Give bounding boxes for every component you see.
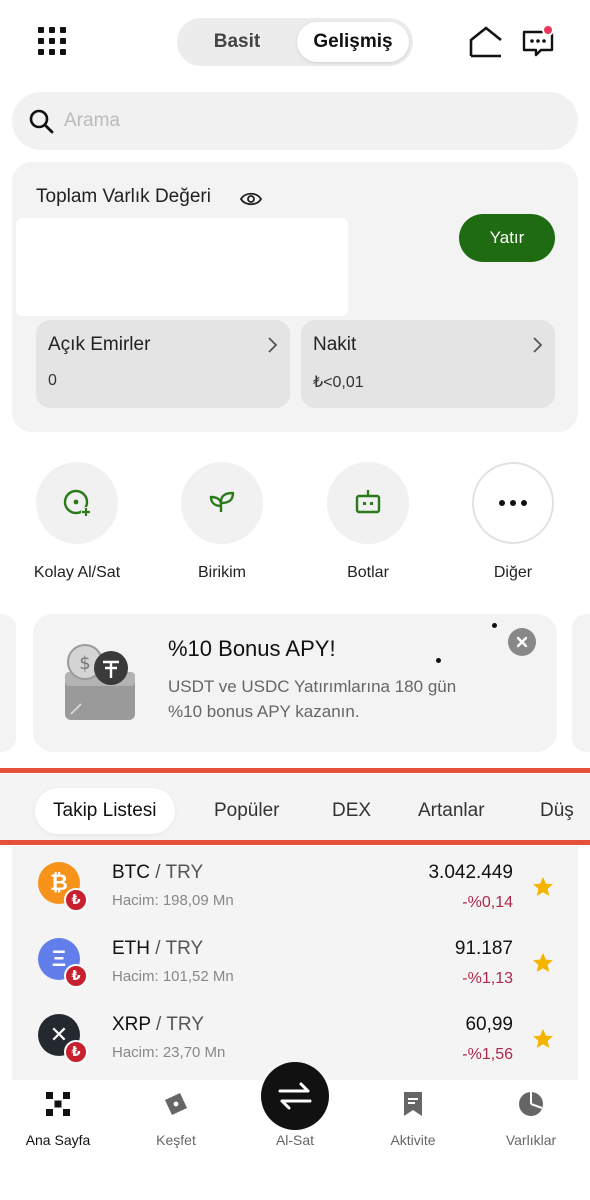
deposit-button[interactable]: Yatır — [459, 214, 555, 262]
pair-base: ETH — [112, 938, 150, 959]
star-icon[interactable] — [532, 1028, 554, 1050]
mode-advanced-button[interactable]: Gelişmiş — [297, 22, 409, 62]
mode-switch: Basit Gelişmiş — [177, 18, 413, 66]
highlight-line-bottom — [0, 840, 590, 845]
grid-menu-icon[interactable] — [38, 27, 68, 57]
chevron-right-icon — [533, 337, 543, 353]
price-change: -%1,56 — [462, 1046, 513, 1063]
pair-name: XRP / TRY — [112, 1014, 204, 1036]
wallet-coins-icon: $ — [65, 644, 135, 720]
market-row-eth[interactable]: Ξ ₺ ETH / TRY Hacim: 101,52 Mn 91.187 -%… — [12, 930, 578, 1006]
nav-label: Varlıklar — [505, 1132, 557, 1148]
tab-popular[interactable]: Popüler — [214, 788, 280, 834]
nav-explore[interactable]: Keşfet — [121, 1090, 231, 1160]
nav-trade-label: Al-Sat — [275, 1132, 315, 1148]
shortcut-savings[interactable]: Birikim — [162, 462, 282, 592]
volume: Hacim: 23,70 Mn — [112, 1044, 226, 1061]
nav-home[interactable]: Ana Sayfa — [3, 1090, 113, 1160]
total-assets-card: Toplam Varlık Değeri Yatır Açık Emirler … — [12, 162, 578, 432]
market-tabs: Takip Listesi Popüler DEX Artanlar Düş — [0, 774, 590, 840]
cash-label: Nakit — [313, 334, 357, 355]
search-icon — [29, 109, 54, 134]
nav-label: Ana Sayfa — [25, 1132, 91, 1148]
leaf-icon — [209, 491, 235, 512]
try-badge-icon: ₺ — [64, 888, 88, 912]
nav-label: Keşfet — [156, 1132, 196, 1148]
shortcut-label: Diğer — [493, 564, 533, 581]
star-icon[interactable] — [532, 952, 554, 974]
nav-activity[interactable]: Aktivite — [358, 1090, 468, 1160]
shortcut-label: Botlar — [347, 564, 389, 581]
bot-icon — [355, 490, 381, 514]
pair-name: BTC / TRY — [112, 862, 203, 884]
promo-title: %10 Bonus APY! — [168, 636, 336, 661]
shortcut-easy-trade[interactable]: Kolay Al/Sat — [17, 462, 137, 592]
home-grid-icon — [46, 1092, 70, 1116]
more-button[interactable] — [472, 462, 554, 544]
shortcut-label: Birikim — [198, 564, 246, 581]
bots-button[interactable] — [327, 462, 409, 544]
nav-label: Aktivite — [390, 1132, 436, 1148]
search-input[interactable] — [64, 102, 544, 140]
cash-card[interactable]: Nakit ₺<0,01 — [301, 320, 555, 408]
nav-assets[interactable]: Varlıklar — [476, 1090, 586, 1160]
easy-trade-icon — [63, 489, 91, 517]
top-bar: Basit Gelişmiş — [0, 0, 590, 84]
more-icon — [499, 500, 527, 506]
shortcut-bots[interactable]: Botlar — [308, 462, 428, 592]
pair-name: ETH / TRY — [112, 938, 203, 960]
tab-watchlist[interactable]: Takip Listesi — [35, 788, 175, 834]
star-icon[interactable] — [532, 876, 554, 898]
promo-banner[interactable]: $ %10 Bonus APY! USDT ve USDC Yatırımlar… — [33, 614, 557, 752]
price-change: -%0,14 — [462, 894, 513, 911]
total-assets-title: Toplam Varlık Değeri — [36, 186, 211, 207]
highlight-line-top — [0, 768, 590, 773]
swap-button[interactable] — [261, 1062, 329, 1130]
shortcut-more[interactable]: Diğer — [453, 462, 573, 592]
notification-dot — [542, 24, 554, 36]
decorative-dot — [436, 658, 441, 663]
activity-icon — [404, 1092, 422, 1116]
price: 91.187 — [454, 938, 513, 959]
pair-quote: / TRY — [150, 938, 204, 959]
market-row-btc[interactable]: ₿ ₺ BTC / TRY Hacim: 198,09 Mn 3.042.449… — [12, 854, 578, 930]
home-icon[interactable] — [468, 24, 504, 60]
close-icon[interactable] — [508, 628, 536, 656]
promo-description: USDT ve USDC Yatırımlarına 180 gün %10 b… — [168, 677, 457, 721]
tab-losers[interactable]: Düş — [540, 788, 574, 834]
try-badge-icon: ₺ — [64, 1040, 88, 1064]
shortcut-label: Kolay Al/Sat — [33, 564, 121, 581]
savings-button[interactable] — [181, 462, 263, 544]
pair-base: XRP — [112, 1014, 151, 1035]
open-orders-card[interactable]: Açık Emirler 0 — [36, 320, 290, 408]
balance-redacted — [16, 218, 348, 316]
cash-value: ₺<0,01 — [313, 374, 364, 391]
promo-card-prev[interactable] — [0, 614, 16, 752]
market-list: ₿ ₺ BTC / TRY Hacim: 198,09 Mn 3.042.449… — [12, 846, 578, 1080]
eye-icon[interactable] — [240, 188, 262, 210]
pie-chart-icon — [519, 1092, 543, 1116]
open-orders-label: Açık Emirler — [48, 334, 151, 355]
chevron-right-icon — [268, 337, 278, 353]
pair-quote: / TRY — [150, 862, 204, 883]
pair-quote: / TRY — [150, 1014, 204, 1035]
compass-icon — [165, 1093, 187, 1115]
try-badge-icon: ₺ — [64, 964, 88, 988]
pair-base: BTC — [112, 862, 150, 883]
decorative-dot — [492, 623, 497, 628]
price: 3.042.449 — [428, 862, 513, 883]
promo-card-next[interactable] — [572, 614, 590, 752]
price-change: -%1,13 — [462, 970, 513, 987]
svg-text:$: $ — [79, 653, 90, 674]
tab-dex[interactable]: DEX — [332, 788, 371, 834]
easy-trade-button[interactable] — [36, 462, 118, 544]
search-bar[interactable] — [12, 92, 578, 150]
volume: Hacim: 101,52 Mn — [112, 968, 234, 985]
open-orders-value: 0 — [48, 372, 57, 389]
price: 60,99 — [465, 1014, 513, 1035]
mode-simple-button[interactable]: Basit — [181, 22, 293, 62]
volume: Hacim: 198,09 Mn — [112, 892, 234, 909]
tab-gainers[interactable]: Artanlar — [418, 788, 485, 834]
swap-icon — [278, 1082, 312, 1110]
